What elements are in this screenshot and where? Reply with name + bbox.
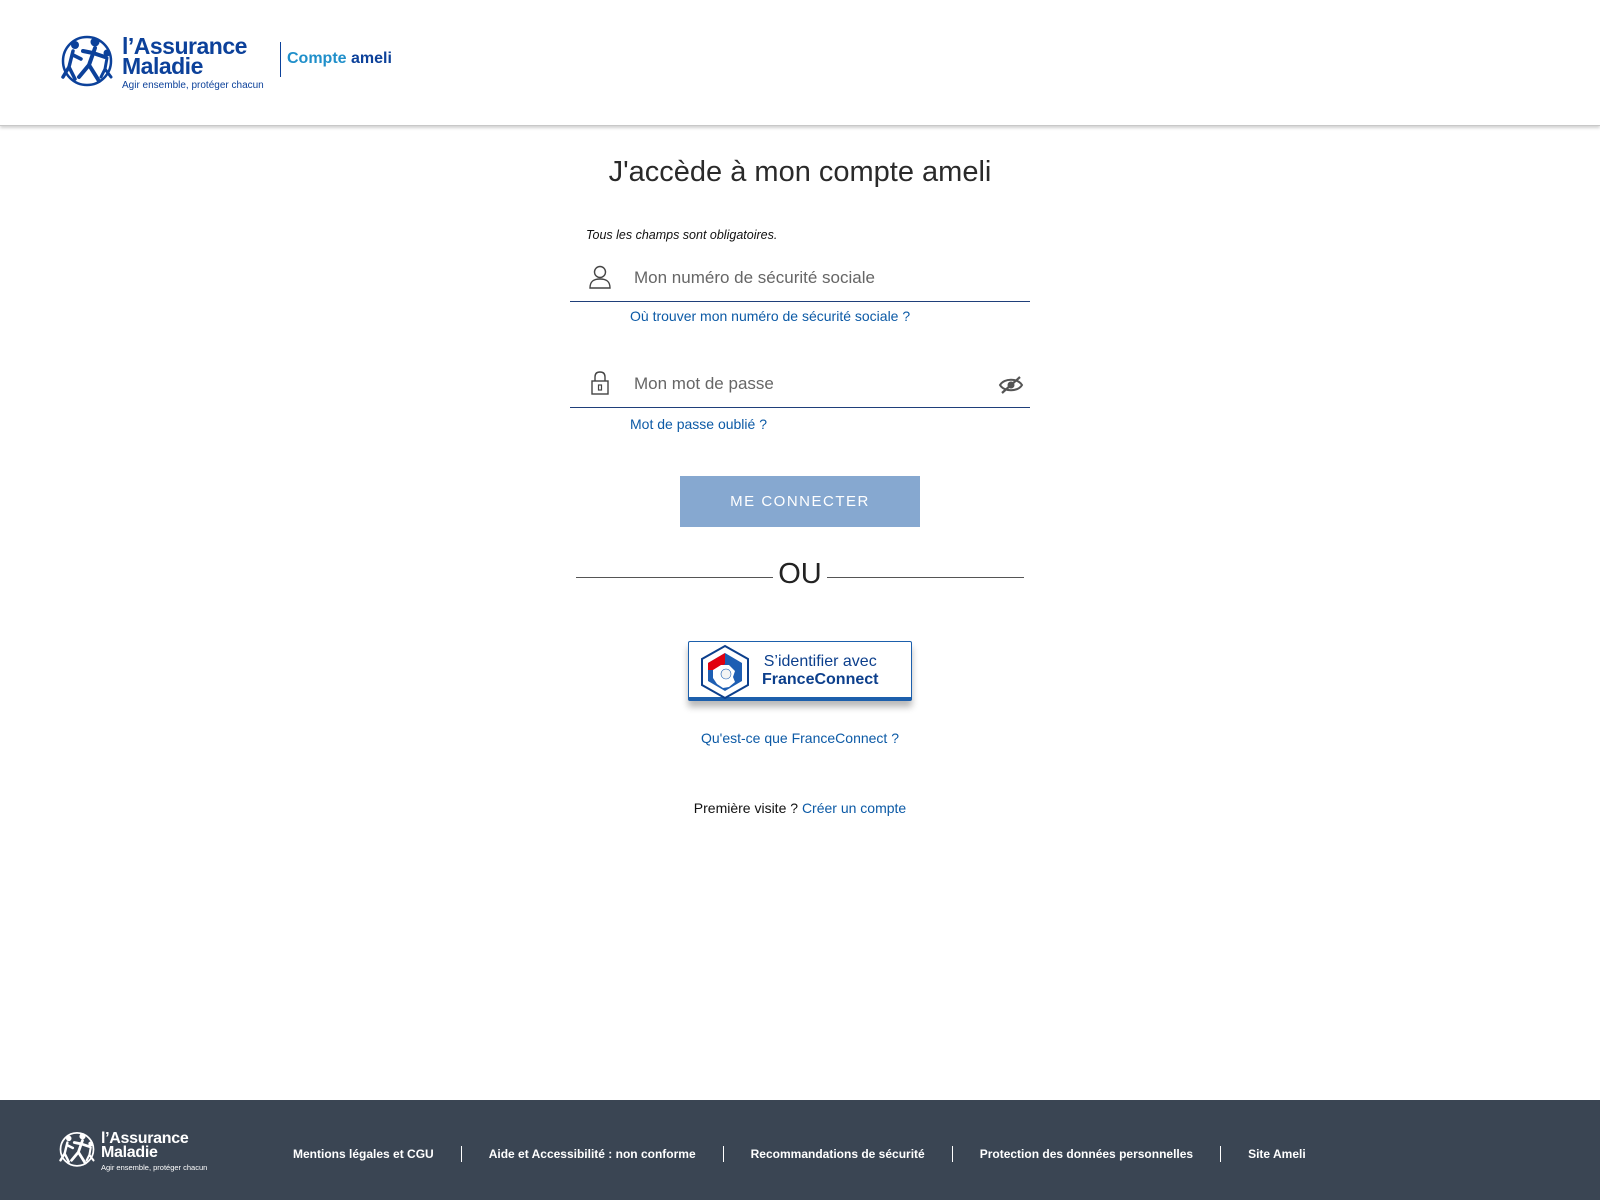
page-title: J'accède à mon compte ameli <box>608 156 992 188</box>
franceconnect-logo-icon <box>701 644 749 700</box>
assurance-maladie-logo-icon <box>59 1132 95 1167</box>
footer-brand-text: l’Assurance Maladie Agir ensemble, proté… <box>101 1131 208 1173</box>
brand-text: l’Assurance Maladie Agir ensemble, proté… <box>122 35 264 92</box>
footer-link-ameli-site[interactable]: Site Ameli <box>1221 1147 1333 1161</box>
franceconnect-button[interactable]: S’identifier avec FranceConnect <box>688 641 912 701</box>
footer-links: Mentions légales et CGU Aide et Accessib… <box>266 1146 1333 1162</box>
footer-brand-name-line2: Maladie <box>101 1144 158 1161</box>
password-input[interactable] <box>634 368 994 400</box>
first-visit-text: Première visite ? <box>693 800 799 816</box>
ssn-input[interactable] <box>634 262 994 294</box>
brand-name-line2: Maladie <box>122 53 203 79</box>
first-visit: Première visite ? Créer un compte <box>0 800 1600 816</box>
franceconnect-line1: S’identifier avec <box>763 653 877 670</box>
find-ssn-link[interactable]: Où trouver mon numéro de sécurité social… <box>630 308 910 324</box>
or-line-right <box>827 577 1024 578</box>
site-header: l’Assurance Maladie Agir ensemble, proté… <box>0 0 1600 126</box>
padlock-icon <box>591 371 609 395</box>
franceconnect-text: S’identifier avec FranceConnect <box>762 653 878 689</box>
footer-link-security[interactable]: Recommandations de sécurité <box>724 1147 952 1161</box>
footer-link-privacy[interactable]: Protection des données personnelles <box>953 1147 1220 1161</box>
franceconnect-help: Qu'est-ce que FranceConnect ? <box>0 730 1600 746</box>
eye-slash-icon[interactable] <box>998 374 1024 396</box>
what-is-franceconnect-link[interactable]: Qu'est-ce que FranceConnect ? <box>701 730 899 746</box>
password-field <box>570 360 1030 408</box>
footer-link-accessibility[interactable]: Aide et Accessibilité : non conforme <box>462 1147 723 1161</box>
brand-divider <box>280 42 281 77</box>
or-separator: OU <box>576 556 1024 596</box>
connect-button[interactable]: ME CONNECTER <box>680 476 920 527</box>
footer-link-legal[interactable]: Mentions légales et CGU <box>266 1147 461 1161</box>
brand-tagline: Agir ensemble, protéger chacun <box>122 80 264 91</box>
assurance-maladie-logo-icon <box>61 35 113 87</box>
product-name-part2: ameli <box>351 50 392 67</box>
forgot-password-link[interactable]: Mot de passe oublié ? <box>630 416 767 432</box>
create-account-link[interactable]: Créer un compte <box>802 800 906 816</box>
ssn-field <box>570 254 1030 302</box>
product-name: Compte ameli <box>287 50 392 68</box>
brand-logo-link[interactable]: l’Assurance Maladie Agir ensemble, proté… <box>55 27 264 91</box>
footer-brand-logo[interactable]: l’Assurance Maladie Agir ensemble, proté… <box>55 1126 207 1172</box>
or-text: OU <box>778 558 822 590</box>
required-fields-note: Tous les champs sont obligatoires. <box>586 228 778 242</box>
product-name-part1: Compte <box>287 50 347 67</box>
footer-brand-tagline: Agir ensemble, protéger chacun <box>101 1163 208 1172</box>
user-icon <box>589 265 611 289</box>
site-footer: l’Assurance Maladie Agir ensemble, proté… <box>0 1100 1600 1200</box>
franceconnect-line2: FranceConnect <box>762 671 879 688</box>
